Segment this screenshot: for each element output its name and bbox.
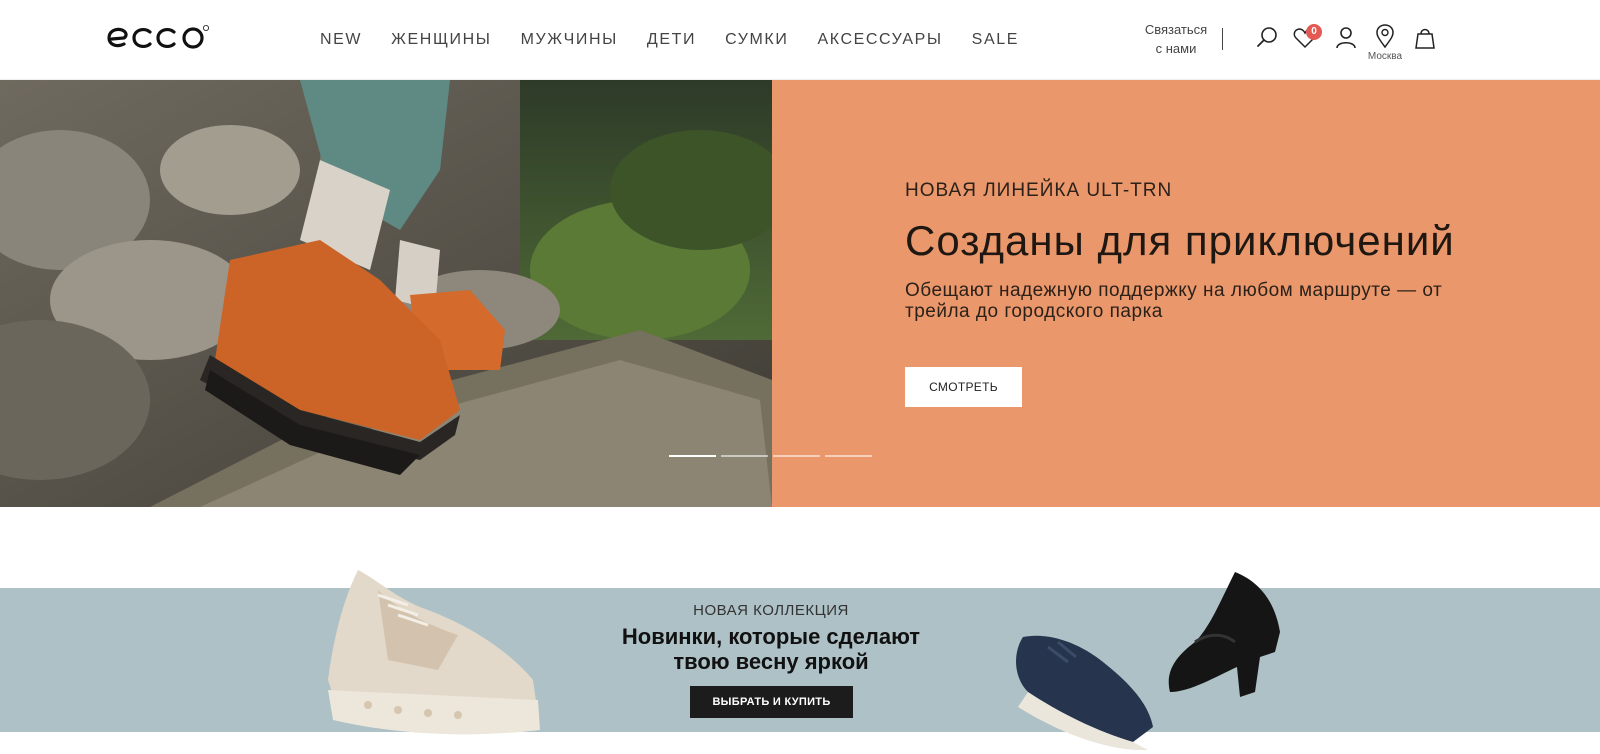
nav-item-sale[interactable]: SALE (972, 30, 1019, 50)
contact-line-2: с нами (1155, 41, 1197, 56)
hero-slider: НОВАЯ ЛИНЕЙКА ULT-TRN Созданы для приклю… (0, 80, 1600, 507)
promo-title-line-2: твою весну яркой (673, 649, 869, 674)
slider-dot-1[interactable] (669, 455, 716, 457)
hero-subtitle: Обещают надежную поддержку на любом марш… (905, 280, 1443, 322)
promo-shop-button[interactable]: ВЫБРАТЬ И КУПИТЬ (690, 686, 853, 718)
location-pin-icon[interactable] (1372, 23, 1398, 49)
shopping-bag-icon[interactable] (1412, 25, 1438, 51)
blue-derby-shoe-image (1008, 632, 1158, 752)
new-collection-banner[interactable]: НОВАЯ КОЛЛЕКЦИЯ Новинки, которые сделают… (0, 588, 1600, 732)
city-label[interactable]: Москва (1360, 51, 1410, 62)
wishlist-count-badge: 0 (1306, 24, 1322, 40)
slider-dot-3[interactable] (773, 455, 820, 457)
ecco-logo[interactable] (106, 22, 212, 54)
contact-line-1: Связаться (1144, 22, 1208, 37)
nav-item-bags[interactable]: СУМКИ (725, 30, 788, 50)
hero-title: Созданы для приключений (905, 217, 1455, 264)
hero-view-button[interactable]: СМОТРЕТЬ (905, 367, 1022, 407)
hero-eyebrow: НОВАЯ ЛИНЕЙКА ULT-TRN (905, 180, 1173, 201)
sneaker-image (318, 570, 548, 740)
header-divider (1222, 28, 1223, 50)
nav-item-kids[interactable]: ДЕТИ (647, 30, 696, 50)
black-loafer-image (1165, 572, 1290, 712)
user-icon[interactable] (1333, 25, 1359, 51)
main-nav: NEW ЖЕНЩИНЫ МУЖЧИНЫ ДЕТИ СУМКИ АКСЕССУАР… (320, 30, 1019, 50)
contact-us-link[interactable]: Связаться с нами (1138, 20, 1214, 58)
slider-pagination (669, 455, 872, 457)
nav-item-accessories[interactable]: АКСЕССУАРЫ (817, 30, 942, 50)
nav-item-men[interactable]: МУЖЧИНЫ (521, 30, 618, 50)
promo-title-line-1: Новинки, которые сделают (621, 624, 921, 649)
hero-text-panel: НОВАЯ ЛИНЕЙКА ULT-TRN Созданы для приклю… (772, 80, 1600, 507)
hero-photo-hiking-shoe (0, 80, 772, 507)
site-header: NEW ЖЕНЩИНЫ МУЖЧИНЫ ДЕТИ СУМКИ АКСЕССУАР… (0, 0, 1600, 80)
slider-dot-2[interactable] (721, 455, 768, 457)
nav-item-new[interactable]: NEW (320, 30, 362, 50)
promo-eyebrow: НОВАЯ КОЛЛЕКЦИЯ (693, 602, 849, 619)
promo-title: Новинки, которые сделают твою весну ярко… (0, 624, 1542, 674)
search-icon[interactable] (1254, 25, 1280, 51)
slider-dot-4[interactable] (825, 455, 872, 457)
nav-item-women[interactable]: ЖЕНЩИНЫ (391, 30, 491, 50)
